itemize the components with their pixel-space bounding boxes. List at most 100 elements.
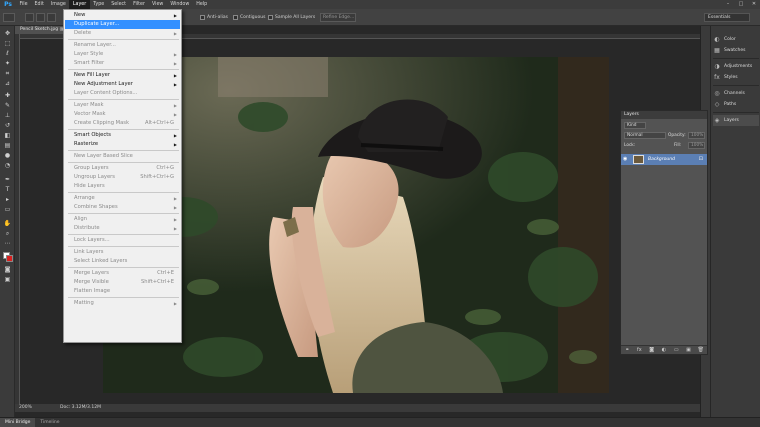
close-button[interactable]: ✕: [748, 0, 760, 9]
menu-item-new-fill-layer[interactable]: New Fill Layer ▶: [65, 71, 180, 80]
adjustment-icon[interactable]: ◐: [660, 347, 667, 353]
tab-timeline[interactable]: Timeline: [35, 418, 64, 427]
clone-stamp-tool-icon[interactable]: ⊥: [3, 112, 12, 119]
type-tool-icon[interactable]: T: [3, 186, 12, 193]
menu-item-arrange[interactable]: Arrange ▶: [65, 194, 180, 203]
menu-item-rasterize[interactable]: Rasterize ▶: [65, 140, 180, 149]
marquee-tool-icon[interactable]: ⬚: [3, 40, 12, 47]
layers-panel-title[interactable]: Layers: [621, 111, 707, 119]
new-selection-icon[interactable]: [25, 13, 34, 22]
workspace-select[interactable]: Essentials: [704, 13, 750, 22]
eraser-tool-icon[interactable]: ◧: [3, 132, 12, 139]
fx-icon[interactable]: fx: [636, 347, 643, 353]
menu-item-flatten-image[interactable]: Flatten Image: [65, 287, 180, 296]
dock-item-color[interactable]: ◐ Color: [713, 34, 759, 45]
maximize-button[interactable]: □: [735, 0, 747, 9]
menu-item-layer-mask[interactable]: Layer Mask ▶: [65, 101, 180, 110]
gradient-tool-icon[interactable]: ▤: [3, 142, 12, 149]
link-icon[interactable]: ⚭: [624, 347, 631, 353]
crop-tool-icon[interactable]: ⌗: [3, 70, 12, 77]
document-info[interactable]: Doc: 3.12M/3.12M: [60, 404, 101, 412]
eyedropper-tool-icon[interactable]: ⊿: [3, 80, 12, 87]
menu-item-duplicate-layer[interactable]: Duplicate Layer...: [65, 20, 180, 29]
blur-tool-icon[interactable]: ●: [3, 152, 12, 159]
menu-item-ungroup-layers[interactable]: Ungroup Layers Shift+Ctrl+G: [65, 173, 180, 182]
menu-image[interactable]: Image: [47, 0, 69, 9]
opacity-field[interactable]: 100%: [688, 132, 705, 139]
menu-filter[interactable]: Filter: [130, 0, 149, 9]
subtract-selection-icon[interactable]: [47, 13, 56, 22]
mask-icon[interactable]: ◙: [648, 347, 655, 353]
menu-help[interactable]: Help: [193, 0, 211, 9]
path-selection-tool-icon[interactable]: ▸: [3, 196, 12, 203]
add-selection-icon[interactable]: [36, 13, 45, 22]
dock-item-adjustments[interactable]: ◑ Adjustments: [713, 61, 759, 72]
screen-mode-icon[interactable]: ▣: [3, 276, 12, 283]
menu-window[interactable]: Window: [167, 0, 193, 9]
dock-item-paths[interactable]: ◇ Paths: [713, 99, 759, 110]
menu-type[interactable]: Type: [90, 0, 108, 9]
menu-layer[interactable]: Layer: [69, 0, 90, 9]
brush-tool-icon[interactable]: ✎: [3, 102, 12, 109]
menu-view[interactable]: View: [148, 0, 166, 9]
menu-item-matting[interactable]: Matting ▶: [65, 299, 180, 308]
menu-item-align[interactable]: Align ▶: [65, 215, 180, 224]
contiguous-checkbox[interactable]: [233, 15, 238, 20]
filter-kind-select[interactable]: Kind: [624, 122, 646, 129]
menu-item-combine-shapes[interactable]: Combine Shapes ▶: [65, 203, 180, 212]
menu-select[interactable]: Select: [108, 0, 130, 9]
hand-tool-icon[interactable]: ✋: [3, 220, 12, 227]
healing-brush-tool-icon[interactable]: ✚: [3, 92, 12, 99]
menu-item-smart-objects[interactable]: Smart Objects ▶: [65, 131, 180, 140]
menu-item-group-layers[interactable]: Group Layers Ctrl+G: [65, 164, 180, 173]
menu-item-new-layer-based-slice[interactable]: New Layer Based Slice: [65, 152, 180, 161]
menu-item-delete[interactable]: Delete ▶: [65, 29, 180, 38]
dock-item-swatches[interactable]: ▦ Swatches: [713, 45, 759, 56]
new-layer-icon[interactable]: ▣: [685, 347, 692, 353]
visibility-eye-icon[interactable]: ◉: [623, 154, 627, 165]
folder-icon[interactable]: ▭: [673, 347, 680, 353]
minimize-button[interactable]: –: [722, 0, 734, 9]
menu-item-merge-layers[interactable]: Merge Layers Ctrl+E: [65, 269, 180, 278]
menu-item-distribute[interactable]: Distribute ▶: [65, 224, 180, 233]
layer-row-background[interactable]: ◉ Background ⊡: [621, 154, 707, 165]
dock-item-layers[interactable]: ◈ Layers: [713, 115, 759, 126]
menu-item-select-linked-layers[interactable]: Select Linked Layers: [65, 257, 180, 266]
menu-item-layer-content-options[interactable]: Layer Content Options...: [65, 89, 180, 98]
magic-wand-tool-icon[interactable]: ✦: [3, 60, 12, 67]
refine-edge-button[interactable]: Refine Edge...: [320, 13, 356, 22]
menu-item-new[interactable]: New ▶: [65, 11, 180, 20]
menu-file[interactable]: File: [16, 0, 31, 9]
more-tools-icon[interactable]: ⋯: [3, 240, 12, 247]
menu-item-layer-style[interactable]: Layer Style ▶: [65, 50, 180, 59]
dodge-tool-icon[interactable]: ◔: [3, 162, 12, 169]
pen-tool-icon[interactable]: ✒: [3, 176, 12, 183]
zoom-tool-icon[interactable]: ⌕: [3, 230, 12, 237]
move-tool-icon[interactable]: ✥: [3, 30, 12, 37]
menu-item-link-layers[interactable]: Link Layers: [65, 248, 180, 257]
menu-item-smart-filter[interactable]: Smart Filter ▶: [65, 59, 180, 68]
tab-mini-bridge[interactable]: Mini Bridge: [0, 418, 36, 427]
dock-item-channels[interactable]: ◎ Channels: [713, 88, 759, 99]
menu-item-rename-layer[interactable]: Rename Layer...: [65, 41, 180, 50]
blend-mode-select[interactable]: Normal: [624, 132, 666, 139]
background-color-swatch[interactable]: [6, 255, 13, 262]
menu-item-hide-layers[interactable]: Hide Layers: [65, 182, 180, 191]
tool-preset-picker[interactable]: [3, 13, 15, 22]
menu-edit[interactable]: Edit: [31, 0, 47, 9]
lasso-tool-icon[interactable]: ℓ: [3, 50, 12, 57]
menu-item-vector-mask[interactable]: Vector Mask ▶: [65, 110, 180, 119]
anti-alias-checkbox[interactable]: [200, 15, 205, 20]
shape-tool-icon[interactable]: ▭: [3, 206, 12, 213]
quick-mask-icon[interactable]: ◙: [3, 266, 12, 273]
menu-item-create-clipping-mask[interactable]: Create Clipping Mask Alt+Ctrl+G: [65, 119, 180, 128]
menu-item-merge-visible[interactable]: Merge Visible Shift+Ctrl+E: [65, 278, 180, 287]
trash-icon[interactable]: 🗑: [697, 347, 704, 353]
history-brush-tool-icon[interactable]: ↺: [3, 122, 12, 129]
zoom-level[interactable]: 200%: [19, 404, 32, 412]
menu-item-new-adjustment-layer[interactable]: New Adjustment Layer ▶: [65, 80, 180, 89]
menu-item-lock-layers[interactable]: Lock Layers...: [65, 236, 180, 245]
dock-item-styles[interactable]: fx Styles: [713, 72, 759, 83]
fill-field[interactable]: 100%: [688, 142, 705, 149]
sample-all-layers-checkbox[interactable]: [268, 15, 273, 20]
